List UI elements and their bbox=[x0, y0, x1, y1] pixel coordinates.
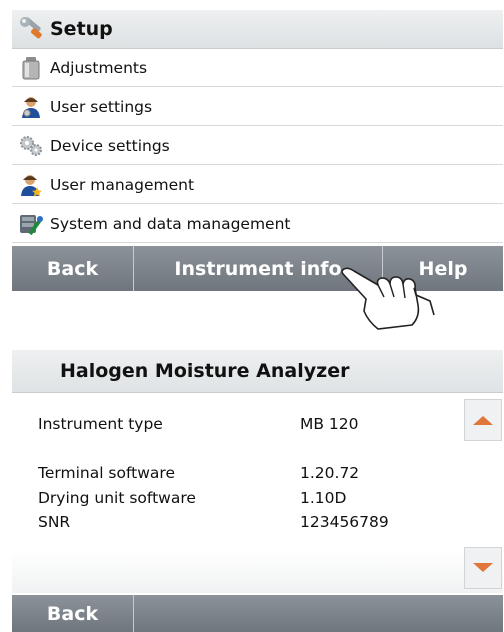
weight-icon bbox=[12, 56, 50, 80]
gears-icon bbox=[12, 134, 50, 158]
info-value: 1.10D bbox=[300, 489, 347, 507]
menu-item-label: User management bbox=[50, 175, 195, 194]
arrow-down-icon bbox=[473, 563, 493, 572]
menu-item-label: Adjustments bbox=[50, 58, 148, 77]
info-label: Instrument type bbox=[38, 415, 163, 433]
info-row-snr: SNR 123456789 bbox=[38, 513, 458, 531]
setup-header: Setup bbox=[12, 10, 503, 49]
system-tools-icon bbox=[12, 212, 50, 236]
info-row-drying-unit-software: Drying unit software 1.10D bbox=[38, 489, 458, 507]
info-label: SNR bbox=[38, 513, 71, 531]
menu-item-label: System and data management bbox=[50, 214, 291, 233]
instrument-info-title: Halogen Moisture Analyzer bbox=[60, 360, 350, 382]
menu-item-label: User settings bbox=[50, 97, 153, 116]
arrow-up-icon bbox=[473, 416, 493, 425]
menu-item-system-data-management[interactable]: System and data management bbox=[12, 205, 503, 243]
info-label: Drying unit software bbox=[38, 489, 196, 507]
user-star-icon bbox=[12, 173, 50, 197]
info-value: 123456789 bbox=[300, 513, 389, 531]
menu-item-device-settings[interactable]: Device settings bbox=[12, 127, 503, 165]
info-row-instrument-type: Instrument type MB 120 bbox=[38, 415, 458, 433]
setup-title: Setup bbox=[50, 18, 113, 40]
scroll-up-button[interactable] bbox=[464, 399, 502, 441]
hand-pointer-icon bbox=[338, 265, 438, 339]
info-value: MB 120 bbox=[300, 415, 359, 433]
scroll-down-button[interactable] bbox=[464, 547, 502, 589]
info-label: Terminal software bbox=[38, 464, 175, 482]
wrench-icon bbox=[12, 16, 50, 42]
menu-item-label: Device settings bbox=[50, 136, 170, 155]
back-button[interactable]: Back bbox=[12, 595, 133, 632]
info-value: 1.20.72 bbox=[300, 464, 360, 482]
instrument-info-header: Halogen Moisture Analyzer bbox=[12, 350, 503, 393]
button-divider bbox=[133, 595, 134, 632]
menu-item-adjustments[interactable]: Adjustments bbox=[12, 49, 503, 87]
menu-item-user-management[interactable]: User management bbox=[12, 166, 503, 204]
back-button[interactable]: Back bbox=[12, 246, 133, 291]
instrument-info-button-bar: Back bbox=[12, 595, 503, 632]
user-settings-icon bbox=[12, 95, 50, 119]
info-row-terminal-software: Terminal software 1.20.72 bbox=[38, 464, 458, 482]
menu-item-user-settings[interactable]: User settings bbox=[12, 88, 503, 126]
instrument-info-panel: Instrument type MB 120 Terminal software… bbox=[12, 393, 503, 593]
